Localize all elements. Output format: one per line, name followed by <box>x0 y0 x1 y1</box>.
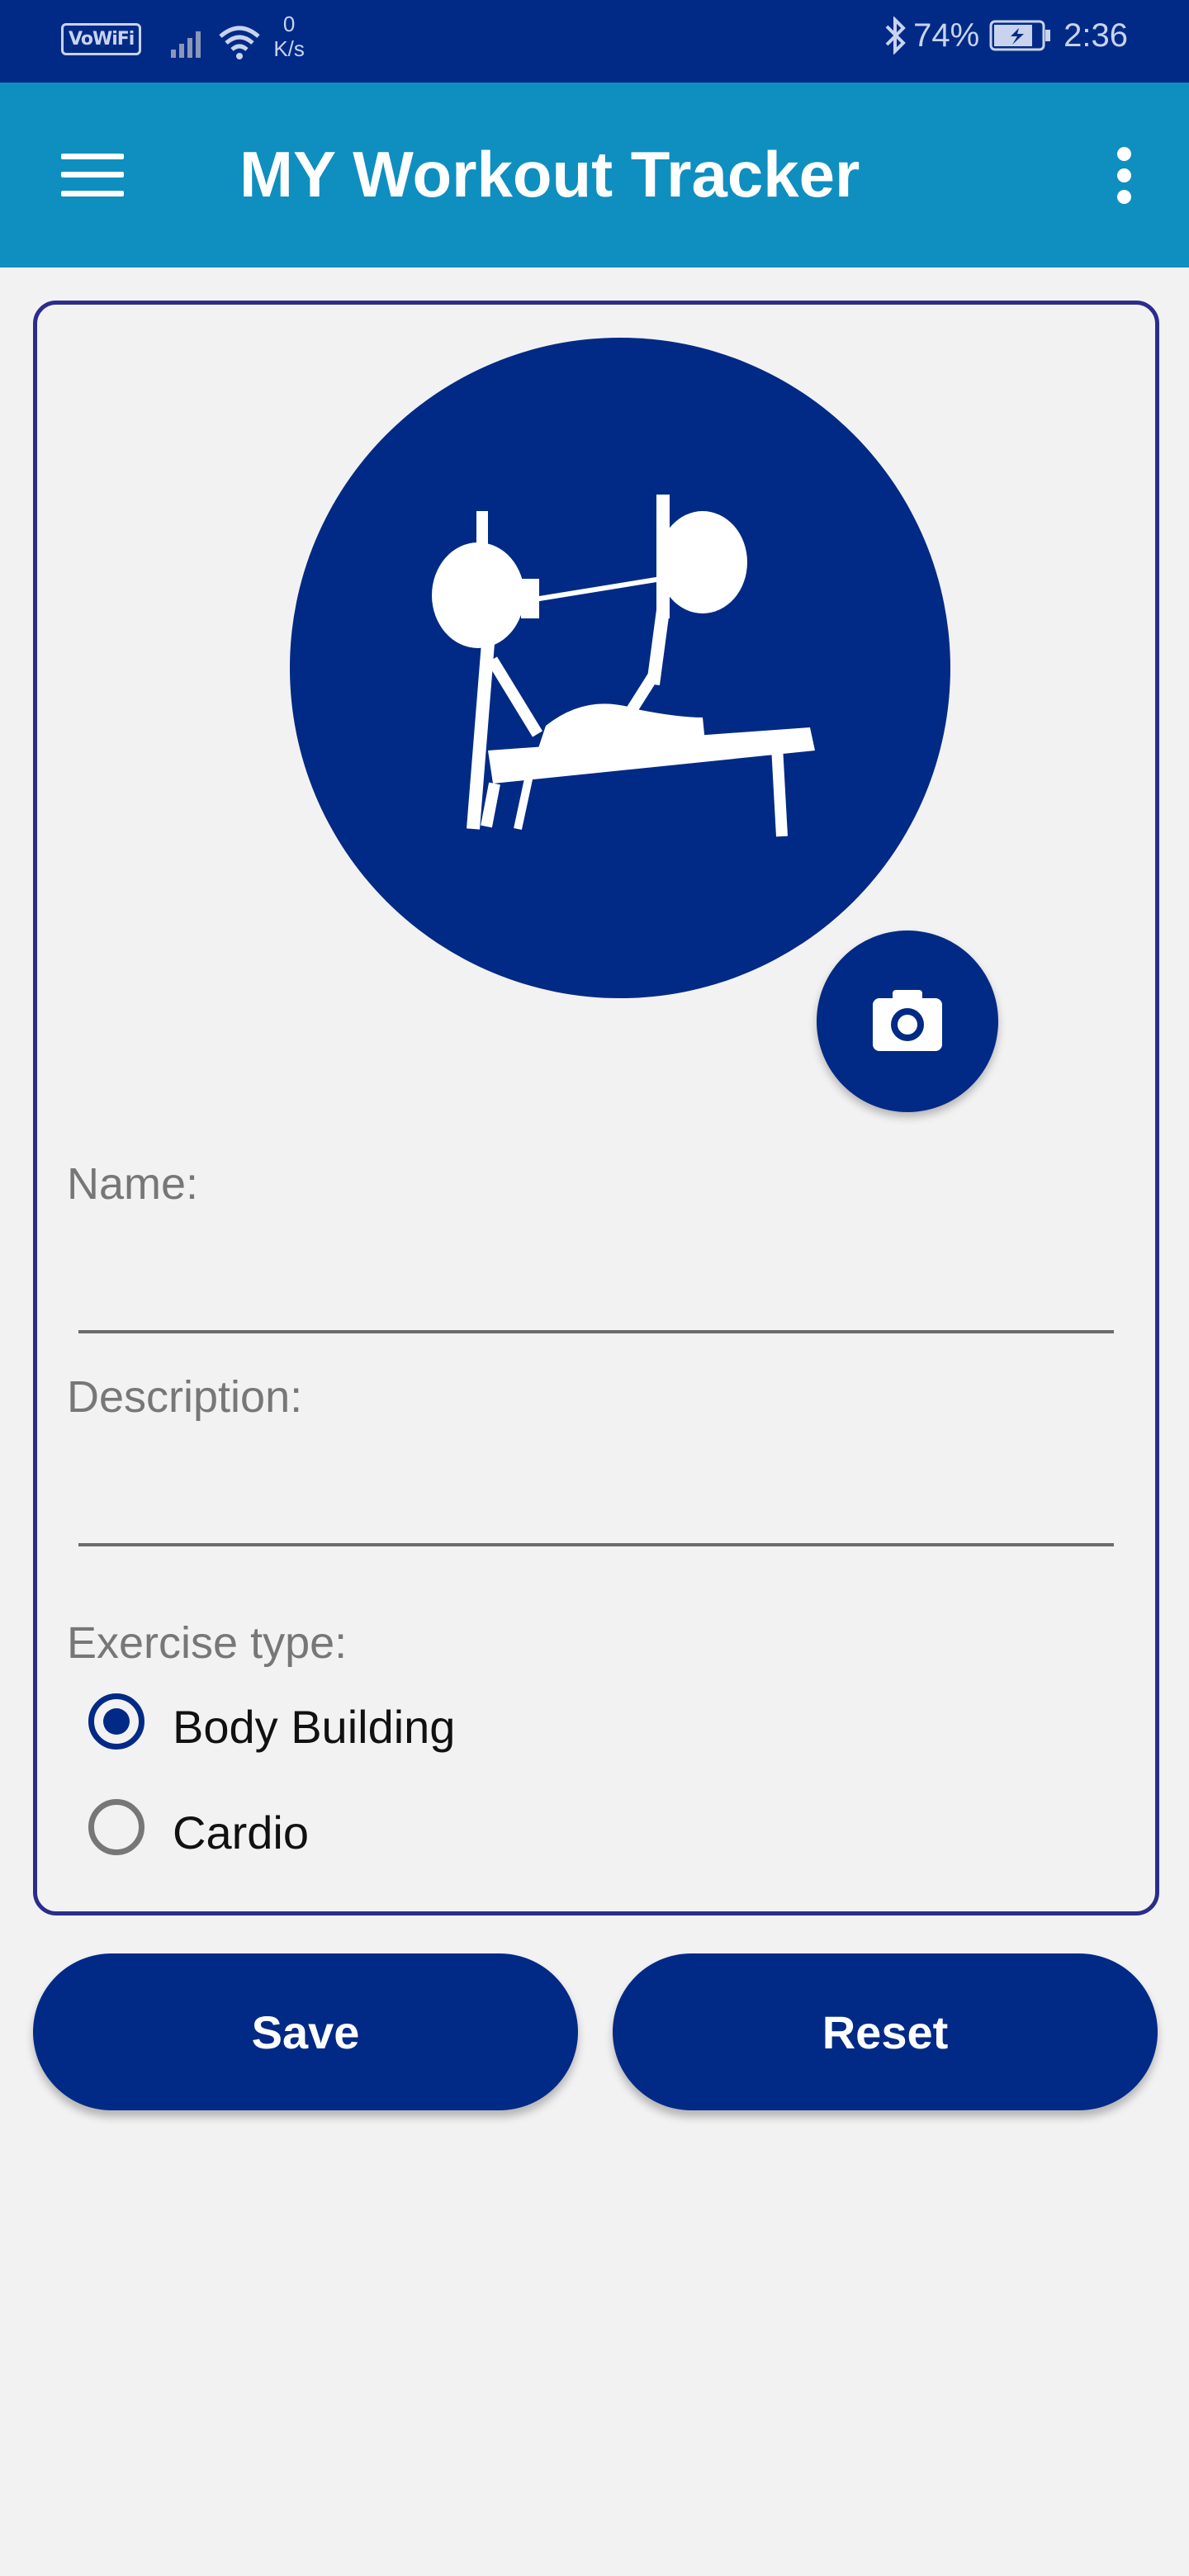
exercise-form-card: Name: Description: Exercise type: Body B… <box>33 301 1159 1915</box>
radio-body-building[interactable] <box>85 1690 158 1763</box>
app-title: MY Workout Tracker <box>239 138 860 211</box>
radio-dot <box>103 1708 130 1735</box>
battery-charging-icon <box>989 20 1051 51</box>
name-input[interactable] <box>78 1254 1114 1333</box>
radio-label-cardio[interactable]: Cardio <box>173 1806 309 1859</box>
hamburger-menu-icon[interactable] <box>61 154 124 197</box>
description-label: Description: <box>67 1372 303 1422</box>
more-vert-icon[interactable] <box>1115 147 1135 205</box>
save-button[interactable]: Save <box>33 1953 578 2110</box>
radio-unchecked-icon <box>88 1799 144 1855</box>
signal-icon <box>171 31 201 58</box>
wifi-icon <box>219 26 260 59</box>
radio-cardio[interactable] <box>85 1796 158 1868</box>
status-left: VoWiFi 0 K/s <box>61 12 305 61</box>
app-bar: MY Workout Tracker <box>0 83 1189 268</box>
vowifi-badge: VoWiFi <box>61 23 142 55</box>
camera-button[interactable] <box>817 930 998 1112</box>
name-label: Name: <box>67 1159 199 1209</box>
speed-unit: K/s <box>273 36 305 61</box>
exercise-image[interactable] <box>290 338 950 998</box>
reset-button[interactable]: Reset <box>613 1953 1158 2110</box>
bench-press-icon <box>432 495 815 837</box>
status-bar: VoWiFi 0 K/s 74% 2:36 <box>0 0 1189 83</box>
description-input[interactable] <box>78 1467 1114 1546</box>
status-right: 74% 2:36 <box>883 17 1128 54</box>
clock-time: 2:36 <box>1063 17 1128 54</box>
network-speed: 0 K/s <box>273 12 305 61</box>
battery-percent: 74% <box>913 17 980 54</box>
radio-label-body-building[interactable]: Body Building <box>173 1700 455 1754</box>
speed-value: 0 <box>282 12 296 36</box>
bluetooth-icon <box>885 17 906 54</box>
camera-icon <box>873 990 942 1051</box>
exercise-type-label: Exercise type: <box>67 1618 348 1668</box>
